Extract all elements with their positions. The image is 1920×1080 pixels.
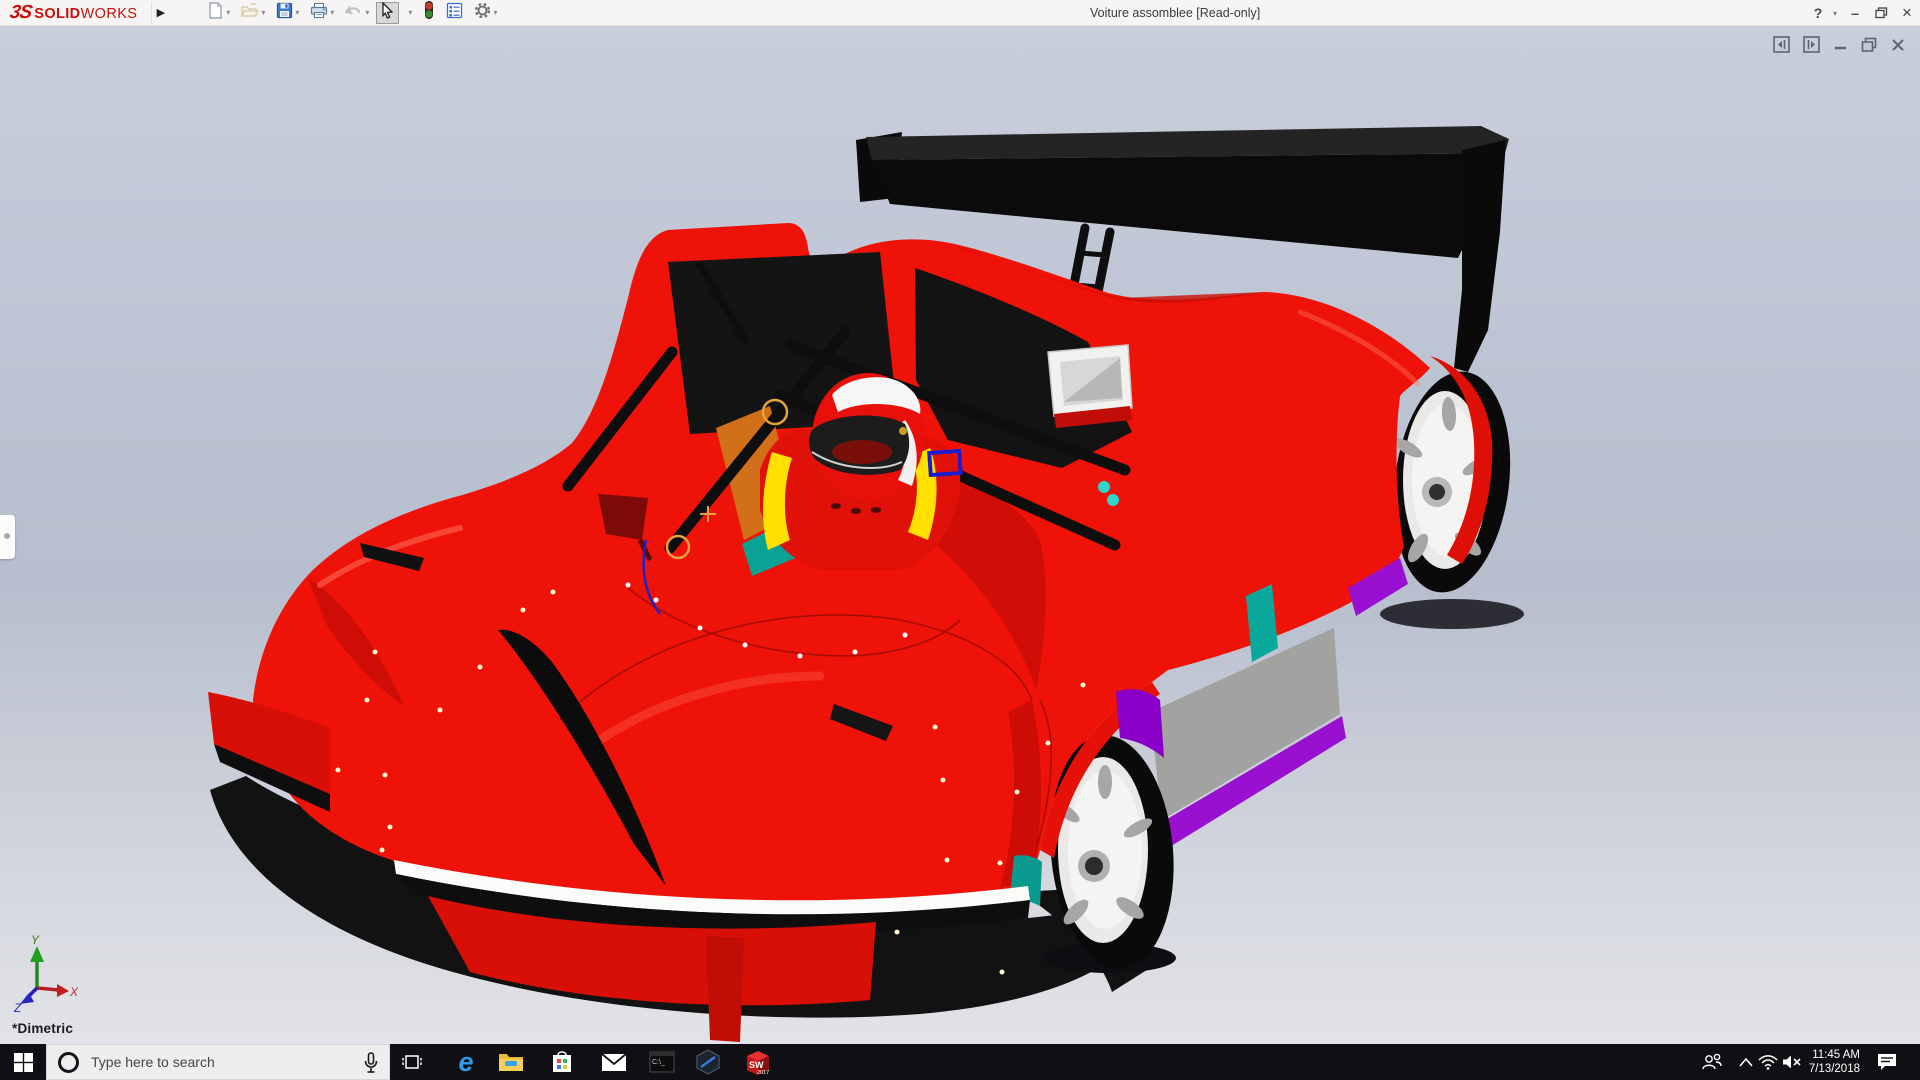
view-orientation-label: *Dimetric: [12, 1021, 73, 1036]
edge-icon: e: [458, 1048, 473, 1076]
pane-right-button[interactable]: [1803, 36, 1820, 58]
clock-date: 7/13/2018: [1809, 1062, 1860, 1076]
chevron-up-icon: [1739, 1058, 1753, 1067]
minimize-button[interactable]: –: [1842, 5, 1868, 21]
print-icon: [310, 2, 328, 24]
taskbar-clock[interactable]: 11:45 AM 7/13/2018: [1798, 1044, 1860, 1080]
open-button[interactable]: ▾: [237, 2, 269, 24]
taskbar-app-command-prompt[interactable]: C:\_: [639, 1044, 685, 1080]
store-icon: [551, 1050, 573, 1074]
new-document-caret[interactable]: ▾: [226, 8, 230, 17]
triad-z-label: Z: [13, 1001, 22, 1015]
people-icon: [1701, 1053, 1723, 1071]
windows-logo-icon: [14, 1053, 33, 1072]
quick-access-toolbar: ▾ ▾ ▾ ▾ ▾ ▾: [203, 2, 501, 24]
new-document-icon: [207, 2, 224, 24]
cortana-icon: [58, 1052, 79, 1073]
toolbar-flyout-button[interactable]: ▶: [151, 2, 169, 24]
teal-light-1[interactable]: [1098, 481, 1110, 493]
start-button[interactable]: [0, 1044, 46, 1080]
undo-caret[interactable]: ▾: [365, 8, 369, 17]
command-prompt-icon: C:\_: [649, 1051, 675, 1073]
undo-icon: [345, 2, 363, 24]
task-view-button[interactable]: [392, 1044, 432, 1080]
select-tool-button[interactable]: [376, 2, 399, 24]
help-button[interactable]: ?: [1808, 5, 1828, 21]
action-center-icon: [1876, 1052, 1898, 1072]
close-button[interactable]: ×: [1894, 3, 1920, 23]
select-cursor-icon: [380, 2, 395, 24]
options-list-icon: [446, 2, 463, 24]
svg-text:2017: 2017: [757, 1070, 769, 1076]
open-caret[interactable]: ▾: [261, 8, 265, 17]
undo-button[interactable]: ▾: [341, 2, 373, 24]
solidworks-logo: 3S SOLID WORKS: [10, 2, 137, 24]
save-button[interactable]: ▾: [272, 2, 303, 24]
teal-light-2[interactable]: [1107, 494, 1119, 506]
file-explorer-icon: [498, 1051, 524, 1073]
help-caret[interactable]: ▾: [1828, 9, 1842, 18]
triad-y-label: Y: [31, 933, 40, 947]
doc-close-button[interactable]: [1890, 37, 1906, 58]
save-floppy-icon: [276, 2, 293, 24]
taskbar-app-edge[interactable]: e: [443, 1044, 489, 1080]
mail-icon: [601, 1053, 627, 1072]
windows-taskbar: Type here to search e C:\_: [0, 1044, 1920, 1080]
window-controls: ? ▾ – ×: [1808, 0, 1920, 26]
panel-tab-grip: [4, 533, 10, 539]
settings-caret[interactable]: ▾: [493, 8, 497, 17]
microphone-icon[interactable]: [363, 1052, 379, 1079]
doc-minimize-button[interactable]: [1833, 36, 1848, 58]
logo-brand-bold: SOLID: [34, 6, 80, 22]
svg-text:C:\_: C:\_: [652, 1059, 665, 1066]
hex-app-icon: [695, 1049, 721, 1075]
document-window-controls: [1773, 36, 1906, 58]
title-bar: 3S SOLID WORKS ▶ ▾ ▾ ▾ ▾: [0, 0, 1920, 26]
select-tool-caret-button[interactable]: ▾: [402, 2, 416, 24]
solidworks-2017-icon: SW 2017: [744, 1048, 772, 1076]
print-caret[interactable]: ▾: [330, 8, 334, 17]
new-document-button[interactable]: ▾: [203, 2, 234, 24]
taskbar-app-store[interactable]: [539, 1044, 585, 1080]
settings-button[interactable]: ▾: [470, 2, 501, 24]
taskbar-search[interactable]: Type here to search: [46, 1044, 390, 1080]
search-placeholder: Type here to search: [91, 1054, 215, 1070]
model-canvas[interactable]: Y X Z: [0, 26, 1920, 1044]
clock-time: 11:45 AM: [1812, 1048, 1860, 1062]
logo-mark: 3S: [8, 2, 33, 24]
svg-text:SW: SW: [749, 1060, 764, 1070]
feature-panel-tab[interactable]: [0, 515, 15, 559]
save-caret[interactable]: ▾: [295, 8, 299, 17]
triad-x-label: X: [69, 985, 79, 999]
restore-button[interactable]: [1868, 7, 1894, 19]
options-list-button[interactable]: [442, 2, 467, 24]
taskbar-app-file-explorer[interactable]: [488, 1044, 534, 1080]
graphics-viewport[interactable]: Y X Z *Dimetric: [0, 26, 1920, 1044]
wifi-icon: [1758, 1055, 1778, 1070]
open-folder-icon: [241, 2, 259, 24]
taskbar-app-hex[interactable]: [685, 1044, 731, 1080]
reference-triad: Y X Z: [13, 933, 79, 1015]
solidworks-window: 3S SOLID WORKS ▶ ▾ ▾ ▾ ▾: [0, 0, 1920, 1080]
rear-right-wheel[interactable]: [1382, 365, 1522, 599]
rearview-mirror[interactable]: [1048, 345, 1132, 428]
rebuild-traffic-light-icon: [423, 0, 435, 25]
select-caret[interactable]: ▾: [408, 8, 412, 17]
rebuild-button[interactable]: [419, 2, 439, 24]
doc-restore-button[interactable]: [1861, 37, 1877, 58]
taskbar-app-solidworks[interactable]: SW 2017: [735, 1044, 781, 1080]
pane-left-button[interactable]: [1773, 36, 1790, 58]
print-button[interactable]: ▾: [306, 2, 338, 24]
taskbar-app-mail[interactable]: [591, 1044, 637, 1080]
gear-icon: [474, 2, 491, 24]
action-center-button[interactable]: [1872, 1044, 1902, 1080]
document-title: Voiture assomblee [Read-only]: [1090, 0, 1260, 26]
task-view-icon: [401, 1052, 423, 1072]
logo-brand-light: WORKS: [81, 6, 138, 22]
people-button[interactable]: [1697, 1044, 1727, 1080]
